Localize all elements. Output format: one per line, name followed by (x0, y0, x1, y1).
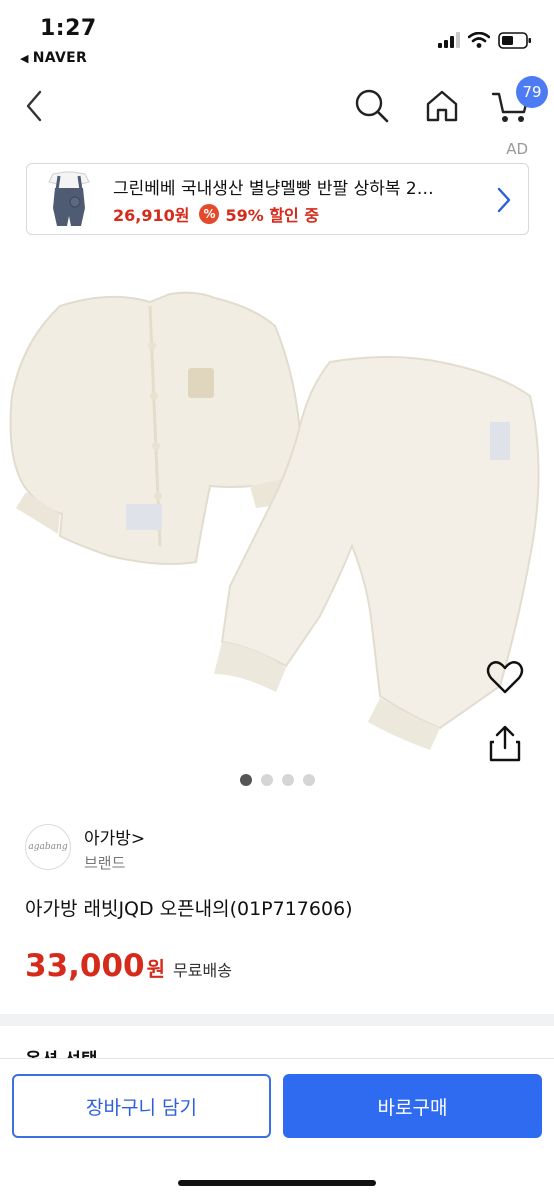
back-to-app-link[interactable]: ◀ NAVER (20, 50, 87, 66)
price-value: 33,000 (25, 948, 145, 984)
back-app-label: NAVER (32, 50, 88, 66)
add-to-cart-button[interactable]: 장바구니 담기 (12, 1074, 271, 1138)
ad-price-row: 26,910원 % 59% 할인 중 (113, 202, 319, 226)
product-title: 아가방 래빗JQD 오픈내의(01P717606) (25, 898, 353, 920)
signal-icon (438, 32, 460, 48)
brand-logo[interactable]: agabang (25, 824, 71, 870)
price-unit: 원 (146, 957, 166, 981)
pagination-dot[interactable] (239, 774, 252, 786)
back-triangle-icon: ◀ (20, 52, 29, 65)
image-pagination (0, 774, 554, 786)
ad-product-thumbnail (37, 168, 101, 232)
brand-sub-label: 브랜드 (84, 854, 126, 872)
product-image[interactable] (0, 246, 554, 766)
section-divider (0, 1014, 554, 1026)
ad-title: 그린베베 국내생산 별냥멜빵 반팔 상하복 2… (113, 179, 434, 199)
back-arrow-icon[interactable] (20, 86, 52, 126)
ad-price: 26,910원 (113, 206, 190, 225)
pagination-dot[interactable] (260, 774, 273, 786)
wifi-icon (468, 32, 490, 48)
heart-icon[interactable] (485, 658, 525, 698)
pagination-dot[interactable] (281, 774, 294, 786)
product-price: 33,000 원 무료배송 (25, 948, 232, 984)
ad-discount: 59% 할인 중 (225, 206, 320, 225)
status-bar: 1:27 ◀ NAVER (0, 0, 554, 72)
search-icon[interactable] (352, 86, 392, 126)
top-nav (0, 78, 554, 138)
brand-name-link[interactable]: 아가방> (84, 824, 145, 849)
bottom-action-bar: 장바구니 담기 바로구매 (0, 1058, 554, 1200)
cart-count-badge: 79 (516, 76, 548, 108)
shipping-label: 무료배송 (173, 961, 232, 980)
home-indicator (178, 1180, 376, 1186)
pagination-dot[interactable] (302, 774, 315, 786)
buy-now-button[interactable]: 바로구매 (283, 1074, 542, 1138)
home-icon[interactable] (422, 86, 462, 126)
battery-icon (498, 31, 531, 49)
chevron-right-icon[interactable] (496, 186, 512, 214)
status-time: 1:27 (40, 16, 97, 41)
ad-label: AD (506, 140, 528, 158)
status-indicators (438, 30, 532, 50)
discount-percent-icon: % (199, 204, 220, 224)
ad-banner[interactable]: 그린베베 국내생산 별냥멜빵 반팔 상하복 2… 26,910원 % 59% 할… (26, 163, 529, 235)
share-icon[interactable] (485, 724, 525, 764)
